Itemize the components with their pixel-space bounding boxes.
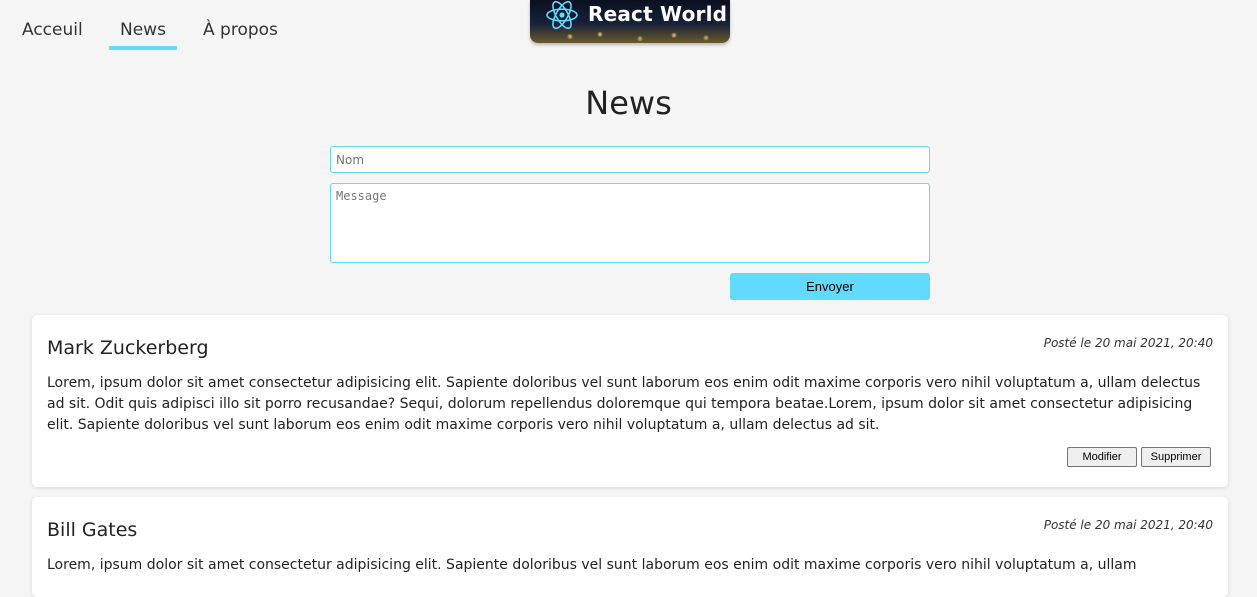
post-author: Mark Zuckerberg — [47, 337, 209, 359]
nav-item-a-propos[interactable]: À propos — [203, 20, 278, 50]
send-button[interactable]: Envoyer — [730, 273, 930, 300]
post-date: Posté le 20 mai 2021, 20:40 — [1043, 336, 1213, 350]
post-text: Lorem, ipsum dolor sit amet consectetur … — [47, 557, 1137, 573]
edit-button[interactable]: Modifier — [1067, 447, 1137, 467]
news-card: Bill Gates Posté le 20 mai 2021, 20:40 L… — [32, 497, 1228, 597]
logo[interactable]: React World — [530, 0, 730, 43]
news-form: Envoyer — [330, 146, 930, 300]
name-input[interactable] — [330, 146, 930, 173]
post-author: Bill Gates — [47, 519, 138, 541]
nav-item-news[interactable]: News — [109, 20, 177, 50]
post-date: Posté le 20 mai 2021, 20:40 — [1043, 518, 1213, 532]
logo-text: React World — [588, 2, 728, 26]
message-textarea[interactable] — [330, 183, 930, 263]
react-atom-icon — [546, 0, 578, 30]
news-card: Mark Zuckerberg Posté le 20 mai 2021, 20… — [32, 315, 1228, 487]
page-title: News — [585, 84, 672, 122]
post-actions: Modifier Supprimer — [1067, 447, 1211, 467]
nav-item-acceuil[interactable]: Acceuil — [22, 20, 83, 50]
delete-button[interactable]: Supprimer — [1141, 447, 1211, 467]
main-nav: Acceuil News À propos React World — [0, 0, 1257, 60]
post-text: Lorem, ipsum dolor sit amet consectetur … — [47, 375, 1201, 433]
